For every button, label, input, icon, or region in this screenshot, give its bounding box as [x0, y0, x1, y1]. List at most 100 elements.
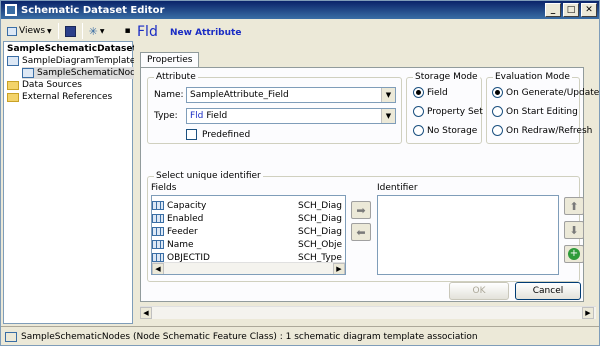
scroll-left-icon[interactable]: ◀ — [140, 307, 152, 319]
storage-no-storage-label: No Storage — [427, 126, 478, 136]
window-title: Schematic Dataset Editor — [21, 4, 165, 16]
field-source: SCH_Type — [298, 252, 342, 263]
identifier-list[interactable] — [377, 195, 559, 275]
attribute-title: New Attribute — [170, 28, 242, 38]
move-up-button[interactable]: ⬆ — [564, 197, 584, 215]
type-combobox[interactable]: Fld Field ▼ — [186, 108, 396, 124]
type-value: Field — [206, 111, 228, 121]
tree-item-external-references[interactable]: External References — [7, 91, 112, 103]
storage-property-set-radio[interactable] — [413, 106, 424, 117]
tree-item-diagram-template[interactable]: SampleDiagramTemplate — [7, 55, 135, 67]
views-label: Views — [19, 26, 46, 36]
tree-root[interactable]: SampleSchematicDataset — [7, 43, 137, 55]
chevron-down-icon: ▼ — [99, 27, 105, 35]
pin-icon[interactable]: ▪ — [125, 26, 131, 36]
tree-item-label: External References — [22, 92, 113, 102]
storage-no-storage-radio[interactable] — [413, 125, 424, 136]
storage-property-set-label: Property Set — [427, 107, 483, 117]
storage-mode-group: Storage Mode Field Property Set No Stora… — [406, 72, 483, 144]
tree-root-label: SampleSchematicDataset — [7, 44, 137, 54]
save-button[interactable] — [62, 22, 79, 40]
list-item[interactable]: Feeder SCH_Diag — [152, 225, 342, 238]
pane-horizontal-scrollbar[interactable]: ◀ ▶ — [140, 306, 596, 319]
tree-item-label: Data Sources — [22, 80, 82, 90]
field-name: Capacity — [167, 200, 207, 211]
toolbar-separator — [81, 23, 83, 39]
tree-item-schematic-nodes[interactable]: SampleSchematicNodes — [22, 67, 149, 79]
arrow-up-icon: ⬆ — [569, 199, 579, 213]
chevron-down-icon[interactable]: ▼ — [381, 109, 395, 123]
eval-start-editing-radio[interactable] — [492, 106, 503, 117]
field-icon — [152, 227, 164, 236]
add-button[interactable]: + — [564, 245, 584, 263]
field-name: Enabled — [167, 213, 204, 224]
tree-item-label: SampleSchematicNodes — [37, 68, 147, 78]
schematic-app-icon — [5, 4, 17, 16]
predefined-checkbox[interactable] — [186, 129, 197, 140]
scroll-left-icon[interactable]: ◀ — [152, 263, 164, 274]
toolbar-separator — [57, 23, 59, 39]
storage-field-radio[interactable] — [413, 87, 424, 98]
field-source: SCH_Obje — [298, 239, 343, 250]
field-icon — [152, 214, 164, 223]
attribute-group-label: Attribute — [154, 72, 198, 82]
chevron-down-icon: ▼ — [47, 27, 52, 35]
views-icon — [7, 26, 17, 36]
field-name: Name — [167, 239, 194, 250]
field-name: Feeder — [167, 226, 198, 237]
attribute-pane: Fld New Attribute Properties Attribute N… — [134, 20, 599, 325]
arrow-right-icon: ➡ — [356, 203, 366, 217]
properties-panel: Attribute Name: SampleAttribute_Field ▼ … — [140, 67, 599, 302]
tree-item-data-sources[interactable]: Data Sources — [7, 79, 82, 91]
plus-icon: + — [568, 248, 580, 260]
save-icon — [64, 25, 76, 37]
move-down-button[interactable]: ⬇ — [564, 221, 584, 239]
minimize-button[interactable]: _ — [545, 3, 561, 17]
maximize-button[interactable]: □ — [563, 3, 579, 17]
fields-list[interactable]: Capacity SCH_Diag Enabled SCH_Diag Feede… — [151, 195, 346, 275]
dataset-tree[interactable]: SampleSchematicDataset SampleDiagramTemp… — [3, 41, 149, 324]
chevron-down-icon[interactable]: ▼ — [381, 88, 395, 102]
eval-start-editing-label: On Start Editing — [506, 107, 578, 117]
remove-from-identifier-button[interactable]: ⬅ — [351, 223, 371, 241]
tree-item-label: SampleDiagramTemplate — [22, 56, 136, 66]
identifier-header: Identifier — [377, 183, 418, 193]
title-bar: Schematic Dataset Editor _ □ ✕ — [1, 1, 599, 19]
name-label: Name: — [154, 90, 184, 100]
list-item[interactable]: Capacity SCH_Diag — [152, 199, 342, 212]
field-icon — [152, 253, 164, 262]
toolbar: Views ▼ ✳ ▼ ▪ — [1, 20, 136, 42]
fields-horizontal-scrollbar[interactable]: ◀ ▶ — [152, 262, 345, 274]
node-class-icon — [5, 331, 17, 342]
node-class-icon — [22, 68, 34, 78]
diagram-template-icon — [7, 56, 19, 66]
storage-field-label: Field — [427, 88, 448, 98]
field-icon — [152, 201, 164, 210]
scroll-right-icon[interactable]: ▶ — [582, 307, 594, 319]
fields-header: Fields — [151, 183, 177, 193]
close-button[interactable]: ✕ — [581, 3, 597, 17]
add-to-identifier-button[interactable]: ➡ — [351, 201, 371, 219]
name-value: SampleAttribute_Field — [190, 90, 289, 100]
tab-properties[interactable]: Properties — [140, 52, 200, 68]
scroll-right-icon[interactable]: ▶ — [333, 263, 345, 274]
ok-button[interactable]: OK — [449, 282, 509, 300]
unique-identifier-label: Select unique identifier — [154, 171, 263, 181]
field-type-icon: Fld — [190, 111, 204, 121]
field-attribute-icon: Fld — [137, 24, 158, 40]
list-item[interactable]: Enabled SCH_Diag — [152, 212, 342, 225]
eval-generate-update-radio[interactable] — [492, 87, 503, 98]
editor-window: Schematic Dataset Editor _ □ ✕ Views ▼ ✳… — [0, 0, 600, 346]
field-icon — [152, 240, 164, 249]
folder-icon — [7, 92, 19, 102]
status-bar: SampleSchematicNodes (Node Schematic Fea… — [1, 326, 599, 346]
views-button[interactable]: Views ▼ — [4, 22, 55, 40]
unique-identifier-group: Select unique identifier Fields Capacity… — [147, 171, 584, 282]
layout-options-button[interactable]: ✳ ▼ — [86, 22, 108, 40]
star-icon: ✳ — [88, 24, 98, 38]
list-item[interactable]: Name SCH_Obje — [152, 238, 342, 251]
field-source: SCH_Diag — [298, 226, 342, 237]
eval-redraw-refresh-radio[interactable] — [492, 125, 503, 136]
name-combobox[interactable]: SampleAttribute_Field ▼ — [186, 87, 396, 103]
cancel-button[interactable]: Cancel — [515, 282, 581, 300]
